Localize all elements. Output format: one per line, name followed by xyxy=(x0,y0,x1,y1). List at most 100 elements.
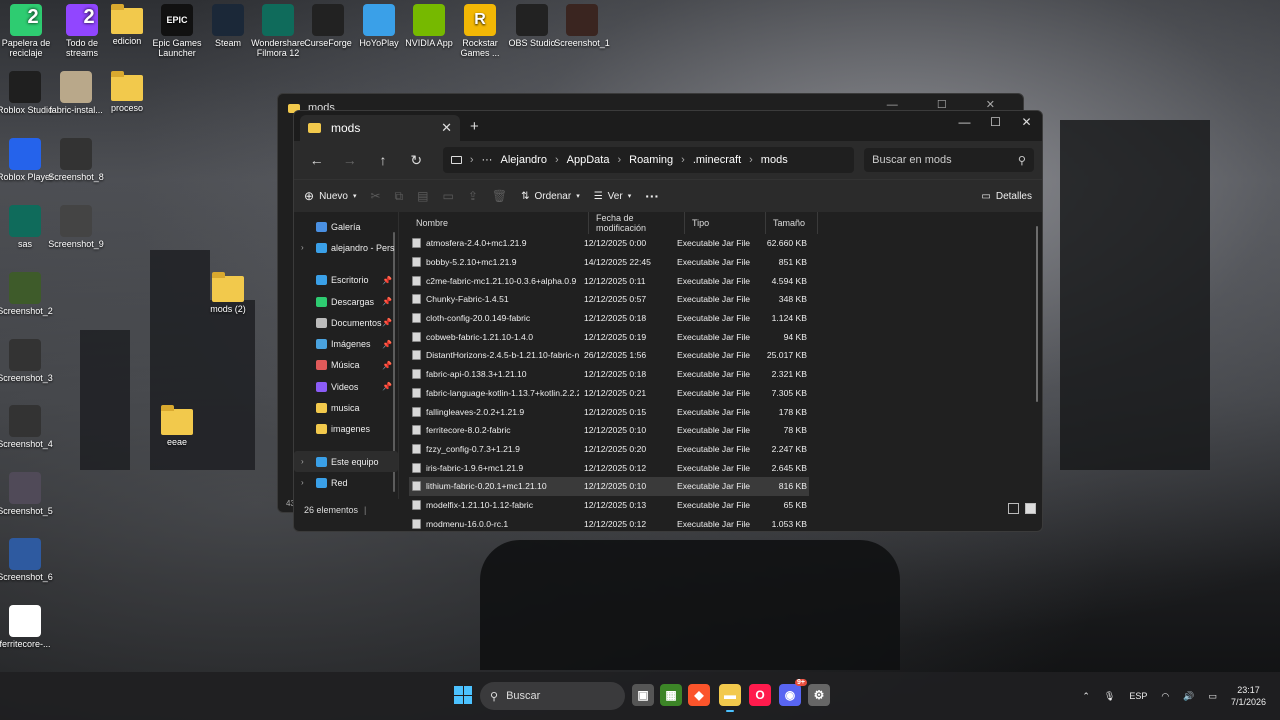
share-icon[interactable]: ⇪ xyxy=(468,189,478,203)
sort-icon: ⇅ xyxy=(521,190,530,202)
column-header-date[interactable]: Fecha de modificación xyxy=(589,212,685,234)
breadcrumb-appdata[interactable]: AppData xyxy=(567,154,610,166)
search-input[interactable]: Buscar en mods ⚲ xyxy=(864,148,1034,172)
sidebar-item-red[interactable]: › Red xyxy=(294,472,398,493)
sidebar-item-este-equipo[interactable]: › Este equipo xyxy=(294,450,398,473)
desktop-icon[interactable]: Screenshot_4 xyxy=(0,405,57,449)
chevron-right-icon[interactable]: › xyxy=(301,478,304,487)
copy-icon[interactable]: ⧉ xyxy=(395,189,404,204)
clock[interactable]: 23:17 7/1/2026 xyxy=(1231,684,1266,708)
file-row[interactable]: c2me-fabric-mc1.21.10-0.3.6+alpha.0.9 12/… xyxy=(409,271,1042,290)
language-indicator[interactable]: ESP xyxy=(1129,691,1147,701)
sort-button[interactable]: ⇅ Ordenar ▾ xyxy=(521,191,580,202)
file-row[interactable]: ferritecore-8.0.2-fabric 12/12/2025 0:10 E… xyxy=(409,421,1042,440)
sidebar-item-musica[interactable]: musica xyxy=(294,397,398,418)
desktop-icon[interactable]: Screenshot_9 xyxy=(44,205,108,249)
discord-icon[interactable]: ◉ 9+ xyxy=(779,679,807,706)
desktop-icon[interactable]: ferritecore-... xyxy=(0,605,57,649)
desktop-icon[interactable]: Screenshot_6 xyxy=(0,538,57,582)
brave-icon[interactable]: ◆ xyxy=(688,684,710,706)
column-header-size[interactable]: Tamaño xyxy=(766,212,818,234)
pin-icon: 📌 xyxy=(382,297,392,307)
tiles-view-icon[interactable] xyxy=(1025,503,1036,514)
desktop-icon[interactable]: Screenshot_8 xyxy=(44,138,108,182)
desktop-icon[interactable]: Screenshot_1 xyxy=(550,4,614,48)
sidebar-item-imagenes[interactable]: imagenes xyxy=(294,419,398,440)
wifi-icon[interactable]: ◠ xyxy=(1161,691,1169,702)
desktop-icon[interactable]: eeae xyxy=(145,405,209,447)
back-arrow-icon[interactable]: ← xyxy=(302,147,331,173)
sidebar-item-imágenes[interactable]: Imágenes 📌 xyxy=(294,333,398,354)
battery-icon[interactable]: ▭ xyxy=(1208,691,1217,702)
new-tab-button[interactable]: + xyxy=(470,118,479,135)
desktop-icon[interactable]: Screenshot_3 xyxy=(0,339,57,383)
file-row[interactable]: cloth-config-20.0.149-fabric 12/12/2025 0… xyxy=(409,309,1042,328)
delete-icon[interactable]: 🗑 xyxy=(492,189,507,203)
file-list-scrollbar[interactable] xyxy=(1036,226,1038,402)
desktop-icon[interactable]: proceso xyxy=(95,71,159,113)
breadcrumb-roaming[interactable]: Roaming xyxy=(629,154,673,166)
monitor-icon xyxy=(450,156,462,164)
file-explorer-window[interactable]: mods ✕ + — ☐ ✕ ← → ↑ ↻ › ··· Alejandro ›… xyxy=(293,110,1043,532)
sidebar-item-galería[interactable]: Galería xyxy=(294,216,398,237)
file-row[interactable]: fallingleaves-2.0.2+1.21.9 12/12/2025 0:1… xyxy=(409,402,1042,421)
details-button[interactable]: ▭ Detalles xyxy=(981,191,1032,202)
breadcrumb-alejandro[interactable]: Alejandro xyxy=(500,154,546,166)
column-header-type[interactable]: Tipo xyxy=(685,212,766,234)
view-button[interactable]: ☰ Ver ▾ xyxy=(594,191,632,202)
microphone-icon[interactable]: 🎙 xyxy=(1104,691,1115,702)
opera-gx-icon[interactable]: O xyxy=(749,684,771,706)
file-row[interactable]: lithium-fabric-0.20.1+mc1.21.10 12/12/202… xyxy=(409,476,809,496)
breadcrumb-minecraft[interactable]: .minecraft xyxy=(693,154,741,166)
more-options-button[interactable]: ··· xyxy=(645,188,659,204)
sidebar-item-videos[interactable]: Videos 📌 xyxy=(294,376,398,397)
close-window-button[interactable]: ✕ xyxy=(1011,111,1042,133)
breadcrumb-more[interactable]: ··· xyxy=(481,154,492,166)
chevron-right-icon[interactable]: › xyxy=(301,457,304,466)
file-explorer-icon[interactable]: ▬ xyxy=(719,684,741,712)
paste-icon[interactable]: ▤ xyxy=(417,189,428,203)
file-row[interactable]: atmosfera-2.4.0+mc1.21.9 12/12/2025 0:00 E… xyxy=(409,234,1042,253)
desktop-icon[interactable]: mods (2) xyxy=(196,272,260,314)
cut-icon[interactable]: ✂ xyxy=(370,189,380,203)
file-row[interactable]: Chunky-Fabric-1.4.51 12/12/2025 0:57 Execu… xyxy=(409,290,1042,309)
chevron-right-icon[interactable]: › xyxy=(301,243,304,252)
file-name: atmosfera-2.4.0+mc1.21.9 xyxy=(426,238,527,249)
desktop-icon[interactable]: Screenshot_5 xyxy=(0,472,57,516)
pin-icon: 📌 xyxy=(382,275,392,285)
volume-icon[interactable]: 🔊 xyxy=(1183,691,1194,702)
sidebar-item-descargas[interactable]: Descargas 📌 xyxy=(294,291,398,312)
task-view-icon[interactable]: ▣ xyxy=(632,684,654,706)
minimize-button[interactable]: — xyxy=(949,111,980,133)
breadcrumb-mods[interactable]: mods xyxy=(761,154,788,166)
file-row[interactable]: iris-fabric-1.9.6+mc1.21.9 12/12/2025 0:1… xyxy=(409,458,1042,477)
file-row[interactable]: fabric-language-kotlin-1.13.7+kotlin.2.2… xyxy=(409,384,1042,403)
new-button[interactable]: ⊕ Nuevo ▾ xyxy=(304,189,356,203)
file-row[interactable]: DistantHorizons-2.4.5-b-1.21.10-fabric-n… xyxy=(409,346,1042,365)
steam-tray-icon[interactable]: ⚙ xyxy=(808,684,830,706)
forward-arrow-icon[interactable]: → xyxy=(335,147,364,173)
file-row[interactable]: fabric-api-0.138.3+1.21.10 12/12/2025 0:1… xyxy=(409,365,1042,384)
sidebar-item-documentos[interactable]: Documentos 📌 xyxy=(294,312,398,333)
details-view-icon[interactable] xyxy=(1008,503,1019,514)
taskbar-search[interactable]: ⚲ Buscar xyxy=(480,682,625,710)
desktop-icon[interactable]: Screenshot_2 xyxy=(0,272,57,316)
close-tab-icon[interactable]: ✕ xyxy=(441,120,452,136)
sidebar-item-alejandro-pers[interactable]: › alejandro - Pers xyxy=(294,237,398,258)
address-bar[interactable]: › ··· Alejandro › AppData › Roaming › .m… xyxy=(442,147,855,173)
chevron-up-icon[interactable]: ⌃ xyxy=(1082,691,1090,702)
desktop-icon xyxy=(316,275,327,286)
file-row[interactable]: fzzy_config-0.7.3+1.21.9 12/12/2025 0:20 E… xyxy=(409,440,1042,459)
file-row[interactable]: cobweb-fabric-1.21.10-1.4.0 12/12/2025 0:… xyxy=(409,327,1042,346)
tab-mods[interactable]: mods ✕ xyxy=(300,115,460,141)
sidebar-item-escritorio[interactable]: Escritorio 📌 xyxy=(294,270,398,291)
column-header-name[interactable]: Nombre xyxy=(409,212,589,234)
minecraft-icon[interactable]: ▦ xyxy=(660,684,682,706)
start-button[interactable] xyxy=(454,686,472,704)
maximize-button[interactable]: ☐ xyxy=(980,111,1011,133)
sidebar-item-música[interactable]: Música 📌 xyxy=(294,355,398,376)
file-row[interactable]: bobby-5.2.10+mc1.21.9 14/12/2025 22:45 Exe… xyxy=(409,253,1042,272)
rename-icon[interactable]: ▭ xyxy=(442,189,453,203)
refresh-icon[interactable]: ↻ xyxy=(402,147,431,173)
up-arrow-icon[interactable]: ↑ xyxy=(368,147,397,173)
